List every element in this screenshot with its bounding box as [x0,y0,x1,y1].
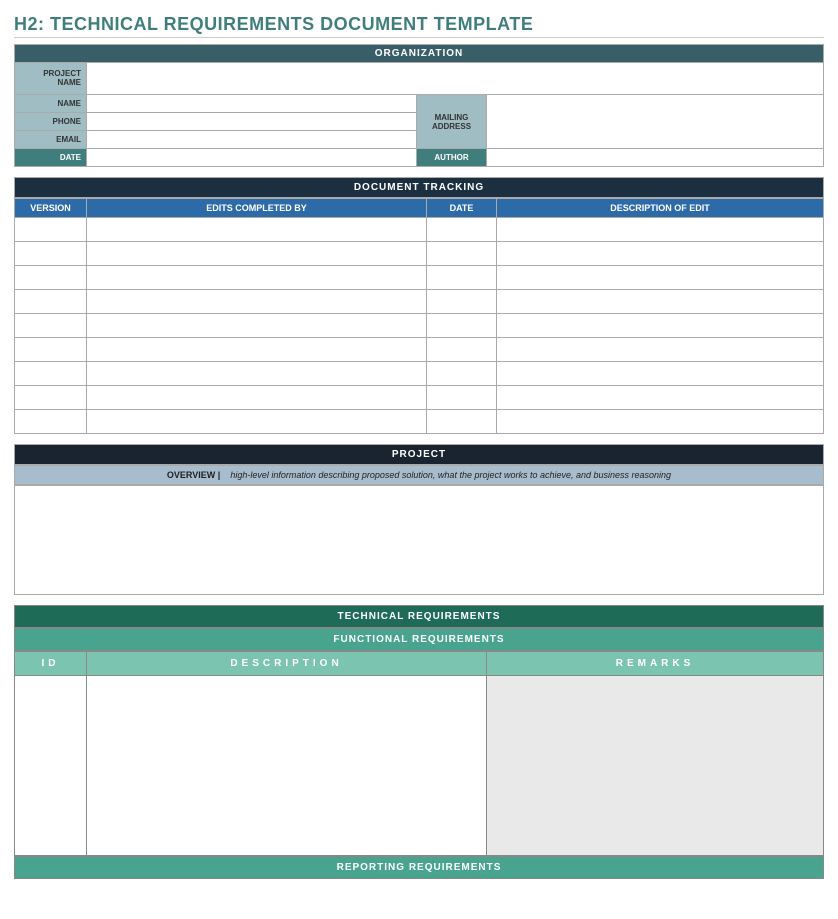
value-project-name[interactable] [87,63,824,95]
tracking-cell-date[interactable] [427,242,497,266]
tracking-cell-version[interactable] [15,410,87,434]
col-remarks: REMARKS [487,652,824,676]
label-mailing-address: MAILING ADDRESS [417,95,487,149]
tracking-row [15,314,824,338]
functional-requirements-table: ID DESCRIPTION REMARKS [14,651,824,856]
value-phone[interactable] [87,113,417,131]
tracking-cell-edits_by[interactable] [87,314,427,338]
tracking-row [15,410,824,434]
tracking-cell-version[interactable] [15,218,87,242]
technical-requirements-header: TECHNICAL REQUIREMENTS [14,605,824,628]
tracking-row [15,338,824,362]
value-mailing-address[interactable] [487,95,824,149]
tracking-cell-version[interactable] [15,290,87,314]
page-title: H2: TECHNICAL REQUIREMENTS DOCUMENT TEMP… [14,8,824,38]
tracking-cell-version[interactable] [15,338,87,362]
reporting-requirements-header: REPORTING REQUIREMENTS [14,856,824,879]
col-date: DATE [427,199,497,218]
tracking-cell-description[interactable] [497,362,824,386]
tracking-row [15,218,824,242]
tracking-row [15,266,824,290]
project-body[interactable] [14,485,824,595]
tracking-cell-version[interactable] [15,314,87,338]
organization-table: ORGANIZATION PROJECT NAME NAME MAILING A… [14,44,824,167]
col-version: VERSION [15,199,87,218]
value-date[interactable] [87,149,417,167]
label-email: EMAIL [15,131,87,149]
tracking-cell-description[interactable] [497,410,824,434]
value-email[interactable] [87,131,417,149]
tracking-row [15,242,824,266]
col-func-description: DESCRIPTION [87,652,487,676]
label-project-name: PROJECT NAME [15,63,87,95]
tracking-cell-date[interactable] [427,314,497,338]
tracking-cell-date[interactable] [427,338,497,362]
tracking-cell-date[interactable] [427,362,497,386]
tracking-cell-date[interactable] [427,410,497,434]
functional-id[interactable] [15,676,87,856]
tracking-cell-version[interactable] [15,386,87,410]
tracking-cell-date[interactable] [427,290,497,314]
overview-label: OVERVIEW | [167,470,220,480]
col-edits-by: EDITS COMPLETED BY [87,199,427,218]
tracking-cell-description[interactable] [497,386,824,410]
tracking-cell-date[interactable] [427,386,497,410]
label-date: DATE [15,149,87,167]
project-overview-bar: OVERVIEW | high-level information descri… [14,465,824,485]
tracking-cell-edits_by[interactable] [87,242,427,266]
tracking-cell-description[interactable] [497,338,824,362]
tracking-cell-description[interactable] [497,266,824,290]
tracking-cell-version[interactable] [15,266,87,290]
tracking-cell-edits_by[interactable] [87,290,427,314]
tracking-cell-date[interactable] [427,218,497,242]
tracking-cell-description[interactable] [497,218,824,242]
tracking-cell-date[interactable] [427,266,497,290]
tracking-cell-edits_by[interactable] [87,266,427,290]
label-name: NAME [15,95,87,113]
functional-row [15,676,824,856]
organization-header: ORGANIZATION [15,45,824,63]
functional-description[interactable] [87,676,487,856]
tracking-row [15,290,824,314]
overview-description: high-level information describing propos… [230,470,671,480]
label-phone: PHONE [15,113,87,131]
tracking-cell-edits_by[interactable] [87,362,427,386]
functional-requirements-header: FUNCTIONAL REQUIREMENTS [14,628,824,651]
tracking-cell-version[interactable] [15,242,87,266]
document-tracking-header: DOCUMENT TRACKING [14,177,824,198]
tracking-cell-description[interactable] [497,242,824,266]
tracking-cell-edits_by[interactable] [87,338,427,362]
document-tracking-table: VERSION EDITS COMPLETED BY DATE DESCRIPT… [14,198,824,434]
value-author[interactable] [487,149,824,167]
tracking-cell-version[interactable] [15,362,87,386]
value-name[interactable] [87,95,417,113]
functional-remarks[interactable] [487,676,824,856]
col-id: ID [15,652,87,676]
tracking-cell-edits_by[interactable] [87,410,427,434]
tracking-row [15,362,824,386]
tracking-cell-edits_by[interactable] [87,218,427,242]
project-header: PROJECT [14,444,824,465]
label-author: AUTHOR [417,149,487,167]
tracking-cell-edits_by[interactable] [87,386,427,410]
col-description: DESCRIPTION OF EDIT [497,199,824,218]
tracking-cell-description[interactable] [497,314,824,338]
tracking-cell-description[interactable] [497,290,824,314]
tracking-row [15,386,824,410]
